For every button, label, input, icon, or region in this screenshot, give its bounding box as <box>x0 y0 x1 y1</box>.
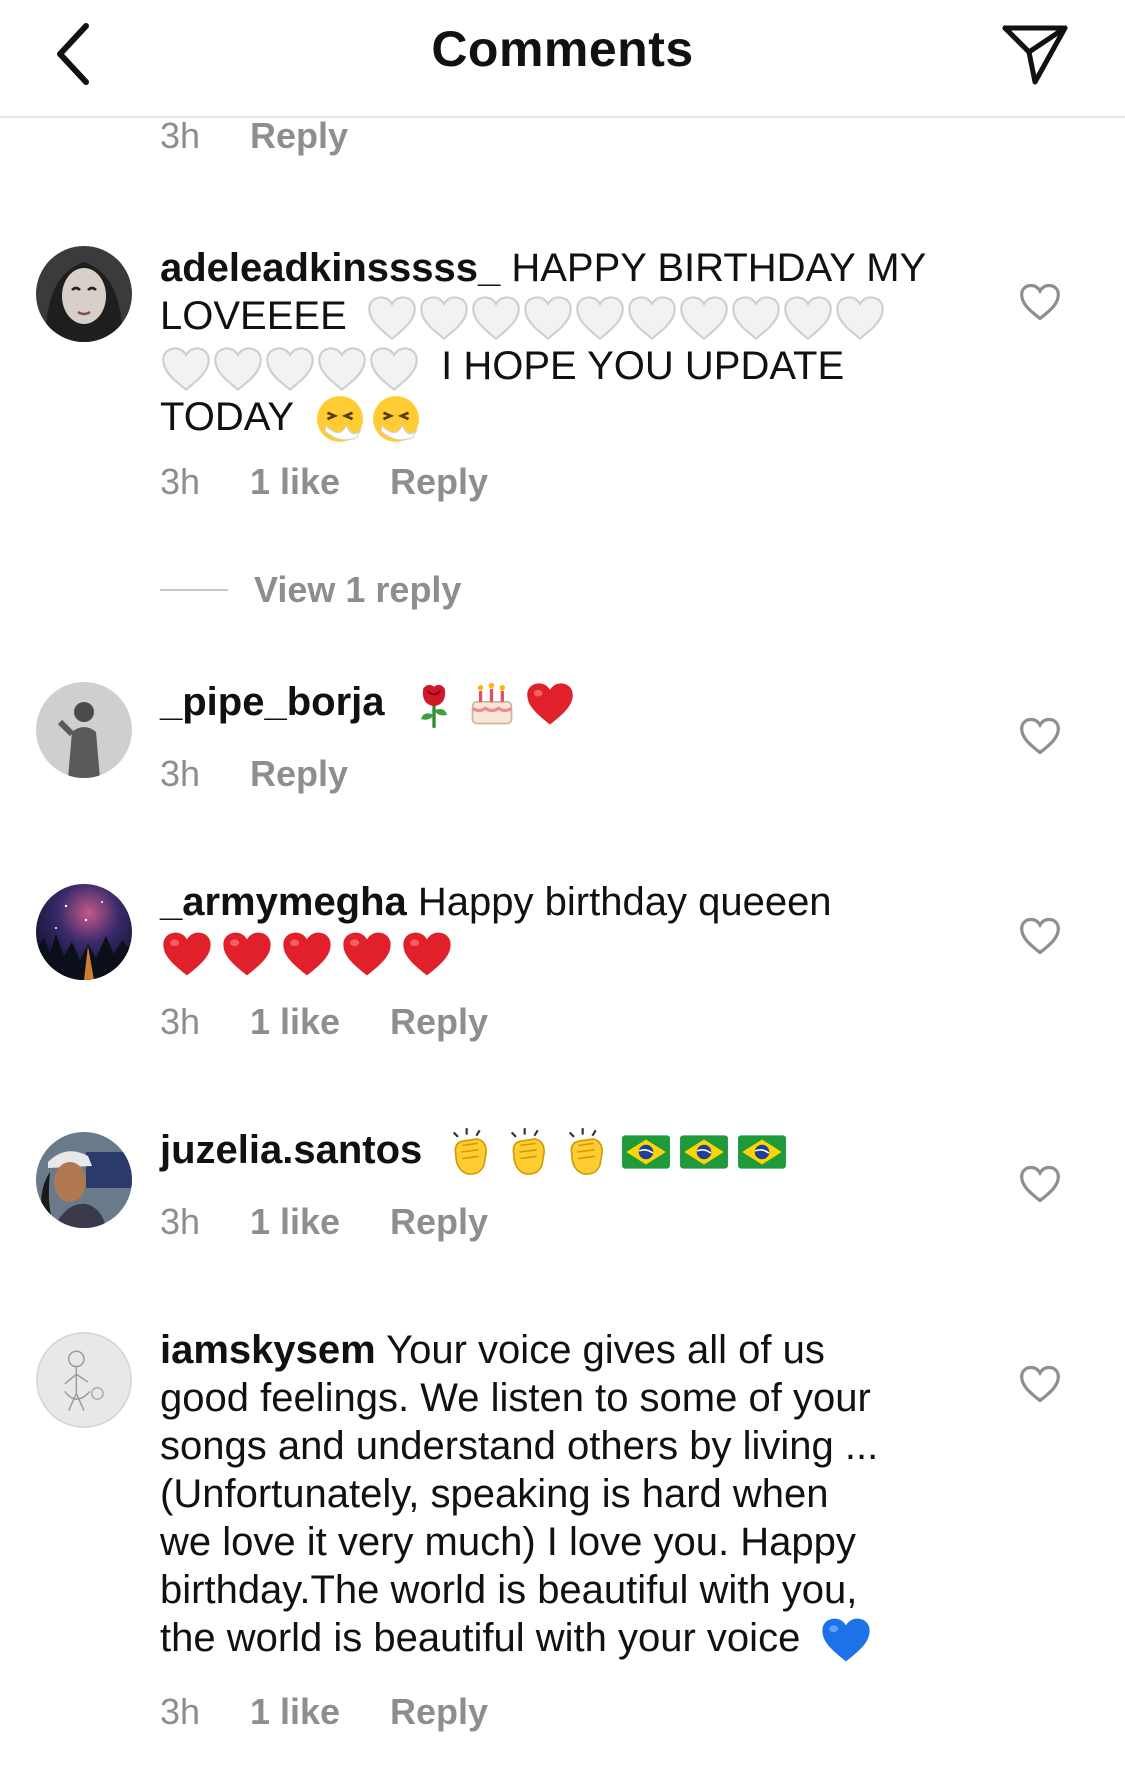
white-heart-emoji <box>316 345 368 393</box>
blue-heart-emoji <box>819 1615 873 1665</box>
red-heart-emoji <box>524 680 576 728</box>
comment-likes[interactable]: 1 like <box>250 461 390 503</box>
white-heart-emoji <box>160 345 212 393</box>
comment-username[interactable]: _pipe_borja <box>160 680 385 724</box>
paper-plane-icon <box>1002 25 1068 85</box>
reply-button[interactable]: Reply <box>390 461 488 503</box>
comment-text: _pipe_borja <box>160 678 960 730</box>
comment-text-line: the world is beautiful with your voice <box>160 1616 801 1660</box>
clapping-hands-emoji <box>445 1126 497 1178</box>
brazil-flag-emoji <box>737 1134 787 1170</box>
white-heart-emoji <box>212 345 264 393</box>
reply-button[interactable]: Reply <box>390 1201 488 1243</box>
reply-button[interactable]: Reply <box>390 1001 488 1043</box>
comment-meta: 3h 1 like Reply <box>160 1000 488 1044</box>
red-heart-emoji <box>220 929 274 979</box>
white-heart-emoji <box>782 294 834 342</box>
view-replies-button[interactable]: View 1 reply <box>160 568 461 612</box>
comment-text-line: good feelings. We listen to some of your <box>160 1376 871 1420</box>
comment-time: 3h <box>160 115 201 156</box>
white-heart-emoji <box>574 294 626 342</box>
avatar[interactable] <box>36 1132 132 1228</box>
view-replies-label: View 1 reply <box>254 569 462 610</box>
avatar[interactable] <box>36 884 132 980</box>
sneezing-face-emoji <box>315 394 365 444</box>
red-heart-emoji <box>400 929 454 979</box>
heart-outline-icon[interactable] <box>1018 1162 1062 1206</box>
comment-meta: 3h 1 like Reply <box>160 1690 488 1734</box>
brazil-flag-emoji <box>679 1134 729 1170</box>
comment-meta: 3h 1 like Reply <box>160 460 488 504</box>
white-heart-emoji <box>626 294 678 342</box>
comment-text: adeleadkinsssss_ HAPPY BIRTHDAY MY LOVEE… <box>160 244 960 444</box>
comment-text: _armymegha Happy birthday queeen <box>160 878 960 979</box>
comment-text-line: songs and understand others by living ..… <box>160 1424 879 1468</box>
red-heart-emoji <box>340 929 394 979</box>
comment-time: 3h <box>160 1001 201 1042</box>
comment-meta: 3h 1 like Reply <box>160 1200 488 1244</box>
partial-comment-meta: 3h Reply <box>160 114 348 158</box>
white-heart-emoji <box>522 294 574 342</box>
white-heart-emoji <box>678 294 730 342</box>
share-button[interactable] <box>995 14 1075 94</box>
comment-username[interactable]: iamskysem <box>160 1328 376 1372</box>
white-heart-emoji <box>368 345 420 393</box>
brazil-flag-emoji <box>621 1134 671 1170</box>
comment-text-line: Happy birthday queeen <box>417 880 832 924</box>
avatar[interactable] <box>36 682 132 778</box>
comment-time: 3h <box>160 1201 201 1242</box>
comment-likes[interactable]: 1 like <box>250 1201 390 1243</box>
comment-text-line: birthday.The world is beautiful with you… <box>160 1568 858 1612</box>
white-heart-emoji <box>834 294 886 342</box>
heart-outline-icon[interactable] <box>1018 714 1062 758</box>
comment-text-line: TODAY <box>160 394 294 439</box>
birthday-cake-emoji <box>466 678 518 730</box>
comment-time: 3h <box>160 753 201 794</box>
comment-likes[interactable]: 1 like <box>250 1001 390 1043</box>
white-heart-emoji <box>470 294 522 342</box>
comment-text: juzelia.santos <box>160 1126 960 1178</box>
white-heart-emoji <box>418 294 470 342</box>
white-heart-emoji <box>264 345 316 393</box>
comment-username[interactable]: juzelia.santos <box>160 1128 422 1172</box>
reply-button[interactable]: Reply <box>390 1691 488 1733</box>
comment-time: 3h <box>160 1691 201 1732</box>
header-bar: Comments <box>0 0 1125 118</box>
comment-text-line: I HOPE YOU UPDATE <box>441 344 845 389</box>
comment-text-line: LOVEEEE <box>160 294 347 338</box>
white-heart-emoji <box>730 294 782 342</box>
comment-text-line: (Unfortunately, speaking is hard when <box>160 1472 829 1516</box>
sneezing-face-emoji <box>371 394 421 444</box>
reply-button[interactable]: Reply <box>250 115 348 157</box>
comment-text-line: Your voice gives all of us <box>386 1328 825 1372</box>
heart-outline-icon[interactable] <box>1018 280 1062 324</box>
clapping-hands-emoji <box>561 1126 613 1178</box>
clapping-hands-emoji <box>503 1126 555 1178</box>
heart-outline-icon[interactable] <box>1018 1362 1062 1406</box>
reply-button[interactable]: Reply <box>250 753 348 795</box>
white-heart-emoji <box>366 294 418 342</box>
avatar[interactable] <box>36 246 132 342</box>
comment-likes[interactable]: 1 like <box>250 1691 390 1733</box>
comment-time: 3h <box>160 461 201 502</box>
comment-username[interactable]: adeleadkinsssss_ <box>160 246 500 290</box>
comment-meta: 3h Reply <box>160 752 348 796</box>
avatar[interactable] <box>36 1332 132 1428</box>
comment-text-line: HAPPY BIRTHDAY MY <box>511 246 927 290</box>
page-title: Comments <box>431 21 694 77</box>
heart-outline-icon[interactable] <box>1018 914 1062 958</box>
comment-text: iamskysem Your voice gives all of us goo… <box>160 1326 1000 1665</box>
divider-line <box>160 589 228 591</box>
red-heart-emoji <box>160 929 214 979</box>
red-heart-emoji <box>280 929 334 979</box>
comment-username[interactable]: _armymegha <box>160 880 407 924</box>
rose-emoji <box>408 678 460 730</box>
comment-text-line: we love it very much) I love you. Happy <box>160 1520 856 1564</box>
